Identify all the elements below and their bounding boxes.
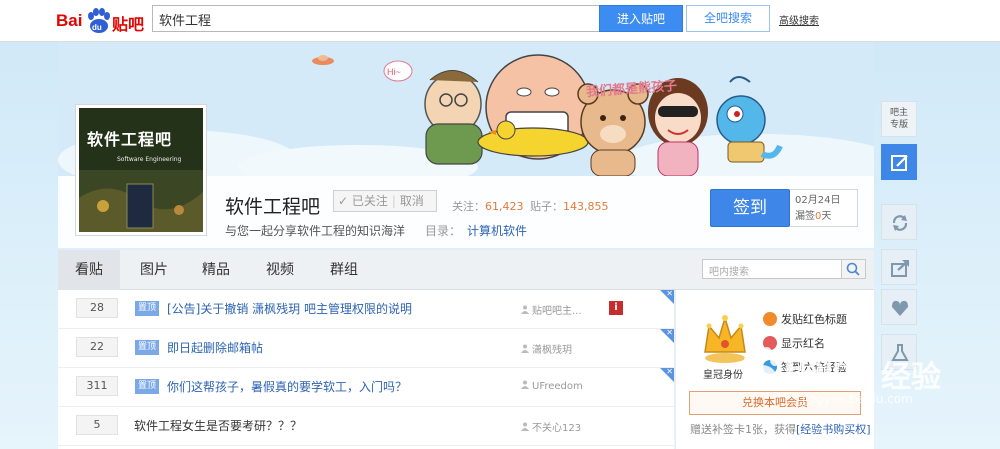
user-icon — [521, 344, 529, 353]
privilege-item: 发贴红色标题 — [763, 311, 847, 327]
refresh-icon — [892, 215, 908, 231]
tab-pictures[interactable]: 图片 — [126, 250, 182, 290]
user-icon — [521, 380, 529, 389]
privilege-item: 签到六倍经验 — [763, 359, 847, 375]
followers-count: 61,423 — [485, 200, 524, 213]
follow-status: ✓ 已关注 — [338, 194, 388, 208]
pinned-badge: 置顶 — [135, 301, 160, 316]
thread-row[interactable]: 5 软件工程女生是否要考研？？？ 不关心123 — [58, 407, 674, 446]
user-icon — [521, 422, 529, 431]
followers-label: 关注： — [452, 200, 485, 213]
thread-row[interactable]: 22 置顶 即日起删除邮箱帖 潇枫残玥 ✕ — [58, 328, 674, 368]
crown-label: 皇冠身份 — [703, 370, 743, 381]
missed-days: 漏签0天 — [795, 211, 832, 222]
reply-count: 311 — [76, 376, 118, 396]
reply-count: 22 — [76, 337, 118, 357]
heart-icon — [892, 300, 908, 316]
refresh-button[interactable] — [881, 204, 917, 240]
logo-text-tieba: 贴吧 — [112, 15, 145, 34]
reply-count: 5 — [76, 415, 118, 435]
forum-avatar[interactable]: 软件工程吧 Software Engineering — [75, 104, 207, 236]
tab-posts[interactable]: 看贴 — [58, 250, 120, 290]
close-x-icon: ✕ — [666, 328, 673, 337]
thread-row[interactable]: 28 置顶 [公告]关于撤销 潇枫残玥 吧主管理权限的说明 贴吧吧主... i … — [58, 289, 674, 329]
posts-count: 143,855 — [563, 200, 609, 213]
thread-list: 28 置顶 [公告]关于撤销 潇枫残玥 吧主管理权限的说明 贴吧吧主... i … — [58, 289, 674, 449]
thread-author[interactable]: 潇枫残玥 — [521, 341, 572, 356]
thread-row[interactable]: 311 置顶 你们这帮孩子，暑假真的要学软工，入门吗？ UFreedom ✕ — [58, 367, 674, 407]
tab-videos[interactable]: 视频 — [252, 250, 308, 290]
follow-toggle[interactable]: ✓ 已关注 | 取消 — [333, 190, 437, 212]
report-flag-icon[interactable]: i — [609, 301, 623, 315]
gift-text: 赠送补签卡1张，获得[经验书购买权] — [690, 423, 871, 436]
forum-name: 软件工程吧 — [225, 196, 321, 218]
close-x-icon: ✕ — [666, 289, 673, 298]
sign-exp-icon — [763, 360, 777, 374]
enter-forum-button[interactable]: 进入贴吧 — [599, 5, 683, 32]
thread-title[interactable]: 你们这帮孩子，暑假真的要学软工，入门吗？ — [167, 378, 407, 395]
compose-post-button[interactable] — [881, 144, 917, 180]
thread-author[interactable]: 贴吧吧主... — [521, 302, 582, 317]
close-x-icon: ✕ — [666, 367, 673, 376]
flask-icon — [891, 344, 909, 361]
posts-stat: 贴子：143,855 — [530, 198, 609, 214]
admin-zone-button[interactable]: 吧主 专版 — [881, 101, 917, 137]
tieba-logo[interactable]: Bai du 贴吧 — [56, 6, 146, 36]
thread-title[interactable]: 即日起删除邮箱帖 — [167, 339, 263, 356]
thread-title[interactable]: [公告]关于撤销 潇枫残玥 吧主管理权限的说明 — [167, 300, 412, 317]
avatar-subtitle: Software Engineering — [117, 156, 182, 163]
search-all-button[interactable]: 全吧搜索 — [686, 5, 770, 32]
crown-icon — [704, 315, 746, 363]
share-icon — [891, 260, 909, 277]
sign-date: 02月24日 — [795, 195, 841, 206]
tab-featured[interactable]: 精品 — [188, 250, 244, 290]
pinned-badge: 置顶 — [135, 379, 160, 394]
favorite-button[interactable] — [881, 289, 917, 325]
paw-logo-icon: du — [88, 8, 110, 33]
forum-search-button[interactable] — [842, 259, 866, 279]
search-icon — [846, 262, 860, 276]
forum-slogan: 与您一起分享软件工程的知识海洋 — [225, 224, 406, 238]
sign-in-info: 02月24日 漏签0天 — [790, 189, 858, 227]
exp-book-link[interactable]: [经验书购买权] — [796, 423, 871, 436]
follow-separator: | — [391, 194, 396, 208]
exchange-membership-button[interactable]: 兑换本吧会员 — [689, 391, 861, 415]
share-button[interactable] — [881, 249, 917, 285]
privilege-item: 显示红名 — [763, 335, 825, 351]
catalog-link[interactable]: 计算机软件 — [467, 224, 527, 238]
catalog-label: 目录： — [425, 224, 462, 238]
forum-avatar-image: 软件工程吧 Software Engineering — [79, 108, 203, 232]
user-icon — [521, 305, 529, 314]
pinned-badge: 置顶 — [135, 340, 160, 355]
hi-bubble-text: Hi~ — [387, 67, 401, 77]
posts-label: 贴子： — [530, 200, 563, 213]
advanced-search-link[interactable]: 高级搜索 — [779, 12, 819, 27]
logo-text-du: du — [92, 23, 102, 32]
top-bar: Bai du 贴吧 软件工程 进入贴吧 全吧搜索 高级搜索 — [0, 0, 1000, 42]
search-input[interactable]: 软件工程 — [152, 5, 600, 32]
thread-title[interactable]: 软件工程女生是否要考研？？？ — [134, 417, 302, 434]
lab-button[interactable] — [881, 334, 917, 370]
thread-author[interactable]: UFreedom — [521, 380, 583, 392]
unfollow-button[interactable]: 取消 — [400, 194, 424, 208]
edit-icon — [891, 155, 908, 171]
reply-count: 28 — [76, 298, 118, 318]
tab-groups[interactable]: 群组 — [316, 250, 372, 290]
red-title-icon — [763, 312, 777, 326]
thread-author[interactable]: 不关心123 — [521, 419, 581, 434]
forum-search-input[interactable]: 吧内搜索 — [702, 259, 842, 279]
forum-catalog: 目录： 计算机软件 — [425, 222, 527, 239]
logo-text-bai: Bai — [56, 11, 83, 30]
red-name-icon — [763, 336, 777, 350]
followers-stat: 关注：61,423 — [452, 198, 524, 214]
sign-in-button[interactable]: 签到 — [710, 189, 790, 227]
avatar-title: 软件工程吧 — [87, 130, 173, 149]
